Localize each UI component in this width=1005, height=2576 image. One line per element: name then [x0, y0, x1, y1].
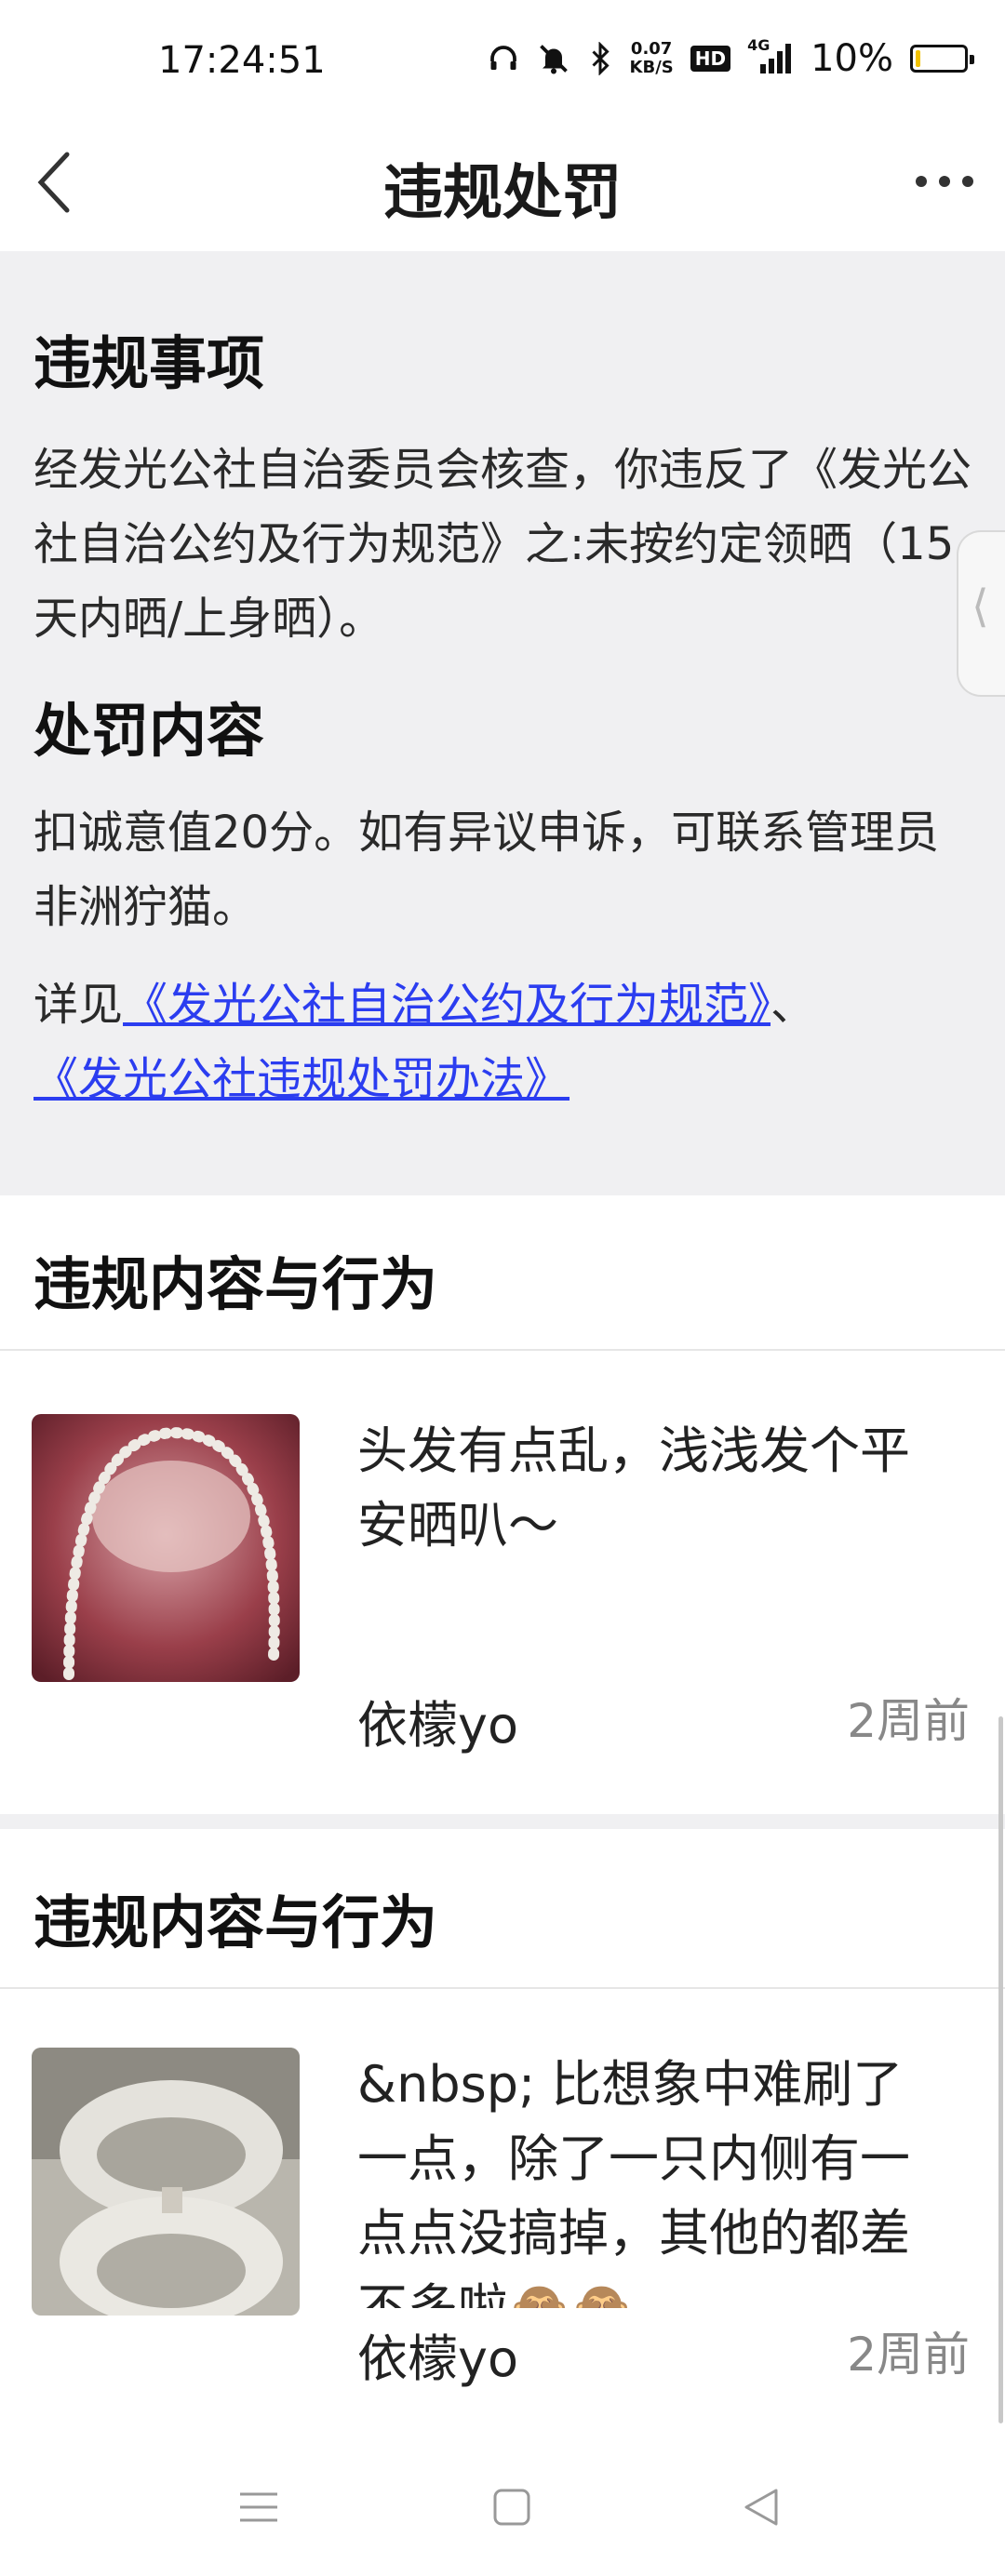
hd-badge: HD	[690, 46, 731, 72]
mute-bell-icon	[539, 45, 568, 74]
post-thumbnail[interactable]	[32, 2048, 300, 2316]
post-time: 2周前	[847, 2328, 970, 2382]
author-name[interactable]: 依檬yo	[357, 2317, 518, 2391]
post-text: 头发有点乱，浅浅发个平安晒叭～	[357, 1421, 910, 1555]
post-thumbnail[interactable]	[32, 1414, 300, 1682]
card-heading: 违规内容与行为	[34, 1250, 438, 1318]
menu-icon[interactable]	[231, 2479, 287, 2535]
battery-icon	[910, 45, 974, 73]
rules-link[interactable]: 《发光公社自治公约及行为规范》	[123, 979, 770, 1031]
network-speed: 0.07 KB/S	[629, 39, 674, 77]
app-header: 违规处罚	[0, 121, 1005, 251]
back-triangle-icon[interactable]	[735, 2479, 791, 2535]
status-bar: 17:24:51 0.07 KB/S HD 4G 10%	[0, 0, 1005, 121]
card-heading: 违规内容与行为	[34, 1889, 438, 1956]
more-icon[interactable]	[912, 158, 977, 205]
bluetooth-icon	[591, 42, 610, 75]
see-also-line: 详见《发光公社自治公约及行为规范》、《发光公社违规处罚办法》	[34, 968, 973, 1116]
page-title: 违规处罚	[383, 159, 622, 228]
chevron-left-icon: ⟨	[972, 581, 989, 633]
violation-heading: 违规事项	[34, 329, 265, 397]
link-separator: 、	[770, 979, 816, 1031]
author-name[interactable]: 依檬yo	[357, 1684, 518, 1757]
violation-info-section: ⟨ 违规事项 经发光公社自治委员会核查，你违反了《发光公社自治公约及行为规范》之…	[0, 251, 1005, 1195]
post-text: &nbsp; 比想象中难刷了一点，除了一只内侧有一点点没搞掉，其他的都差不多啦🙈…	[357, 2055, 910, 2308]
divider	[0, 1987, 1005, 1989]
battery-percent: 10%	[811, 37, 893, 80]
status-time: 17:24:51	[158, 39, 326, 82]
system-nav-bar	[0, 2437, 1005, 2576]
headphones-icon	[489, 46, 516, 70]
scrollbar[interactable]	[998, 1716, 1003, 2423]
penalty-rules-link[interactable]: 《发光公社违规处罚办法》	[34, 1053, 570, 1105]
violation-content-card: 违规内容与行为 &nbsp; 比想象中难刷了一点，除了一只内侧有一点点没搞掉，其…	[0, 1829, 1005, 2437]
section-gap	[0, 1814, 1005, 1829]
penalty-heading: 处罚内容	[34, 697, 265, 765]
violation-content-card: 违规内容与行为 头发有点乱，浅浅发个平安晒叭～ 依檬yo 2周前	[0, 1195, 1005, 1814]
status-icons: 0.07 KB/S HD 4G 10%	[487, 36, 974, 80]
penalty-text: 扣诚意值20分。如有异议申诉，可联系管理员非洲狞猫。	[34, 807, 940, 933]
signal-icon: 4G	[747, 36, 794, 75]
divider	[0, 1349, 1005, 1351]
post-time: 2周前	[847, 1694, 970, 1748]
violation-text: 经发光公社自治委员会核查，你违反了《发光公社自治公约及行为规范》之:未按约定领晒…	[34, 444, 972, 645]
home-icon[interactable]	[484, 2479, 540, 2535]
see-also-prefix: 详见	[34, 979, 124, 1031]
